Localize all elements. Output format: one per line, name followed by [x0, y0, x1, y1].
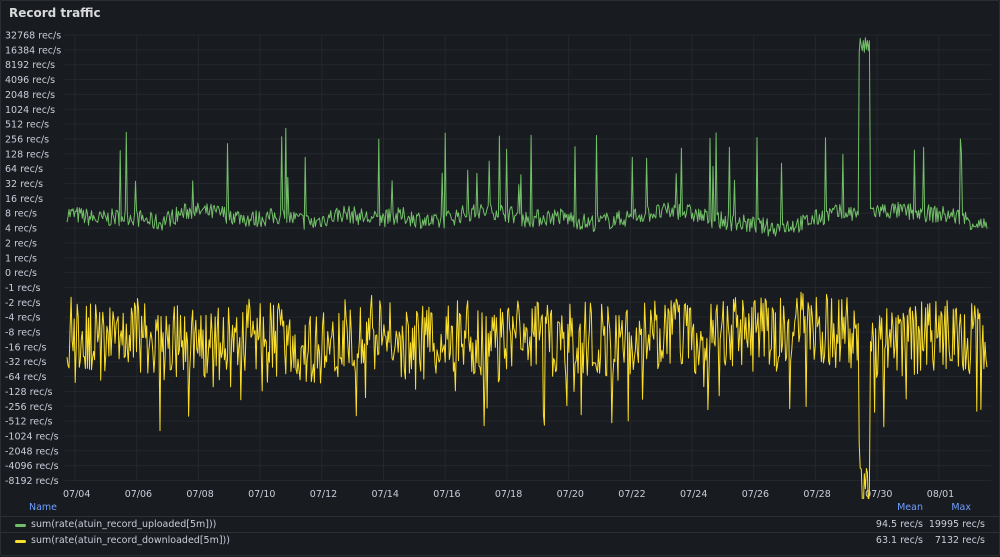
- x-tick-label: 07/06: [125, 489, 152, 499]
- y-tick-label: -2048 rec/s: [5, 446, 59, 457]
- y-tick-label: 0 rec/s: [5, 268, 37, 279]
- legend-series-name: sum(rate(atuin_record_downloaded[5m])): [31, 535, 230, 546]
- y-tick-label: 16 rec/s: [5, 194, 43, 205]
- y-tick-label: -8192 rec/s: [5, 476, 59, 487]
- y-tick-label: 1 rec/s: [5, 253, 37, 264]
- y-tick-label: 32 rec/s: [5, 179, 43, 190]
- y-tick-label: 2048 rec/s: [5, 90, 55, 101]
- y-tick-label: 8 rec/s: [5, 209, 37, 220]
- y-tick-label: 8192 rec/s: [5, 60, 55, 71]
- x-tick-label: 07/12: [310, 489, 337, 499]
- legend-swatch-uploaded: [15, 524, 26, 527]
- x-tick-label: 07/08: [186, 489, 213, 499]
- x-tick-label: 08/01: [927, 489, 954, 499]
- x-tick-label: 07/10: [248, 489, 275, 499]
- legend-series-mean: 63.1 rec/s: [875, 535, 923, 546]
- y-tick-label: -256 rec/s: [5, 402, 53, 413]
- y-tick-label: -1024 rec/s: [5, 431, 59, 442]
- legend-series-max: 19995 rec/s: [928, 519, 985, 530]
- y-tick-label: 4 rec/s: [5, 224, 37, 235]
- series-line-downloaded[interactable]: [66, 291, 988, 499]
- x-tick-label: 07/18: [495, 489, 522, 499]
- y-tick-label: -1 rec/s: [5, 283, 40, 294]
- x-tick-label: 07/20: [557, 489, 584, 499]
- legend-header-max[interactable]: Max: [951, 502, 971, 513]
- legend-swatch-downloaded: [15, 540, 26, 543]
- y-axis-ticks: 32768 rec/s 16384 rec/s 8192 rec/s 4096 rec…: [5, 31, 61, 488]
- y-tick-label: 4096 rec/s: [5, 75, 55, 86]
- y-tick-label: -128 rec/s: [5, 387, 53, 398]
- y-tick-label: 16384 rec/s: [5, 45, 61, 56]
- y-tick-label: 1024 rec/s: [5, 105, 55, 116]
- x-tick-label: 07/22: [618, 489, 645, 499]
- chart-grid: [65, 34, 991, 481]
- legend-header: Name Mean Max: [1, 502, 1000, 516]
- y-tick-label: 128 rec/s: [5, 149, 49, 160]
- y-tick-label: 32768 rec/s: [5, 31, 61, 42]
- y-tick-label: 2 rec/s: [5, 238, 37, 249]
- y-tick-label: -2 rec/s: [5, 298, 40, 309]
- x-tick-label: 07/26: [742, 489, 769, 499]
- record-traffic-panel: Record traffic 32768 rec/s 16384 rec/s 819…: [0, 0, 1000, 556]
- y-tick-label: -4 rec/s: [5, 313, 40, 324]
- y-tick-label: 512 rec/s: [5, 120, 49, 131]
- x-tick-label: 07/24: [680, 489, 707, 499]
- time-series-chart[interactable]: 32768 rec/s 16384 rec/s 8192 rec/s 4096 rec…: [1, 1, 1000, 499]
- legend-series-mean: 94.5 rec/s: [875, 519, 923, 530]
- y-tick-label: -8 rec/s: [5, 328, 40, 339]
- legend-row-uploaded[interactable]: sum(rate(atuin_record_uploaded[5m])) 94.…: [1, 516, 1000, 533]
- y-tick-label: -4096 rec/s: [5, 461, 59, 472]
- y-tick-label: 256 rec/s: [5, 134, 49, 145]
- x-tick-label: 07/14: [372, 489, 399, 499]
- y-tick-label: -64 rec/s: [5, 372, 47, 383]
- legend-series-max: 7132 rec/s: [934, 535, 985, 546]
- legend-row-downloaded[interactable]: sum(rate(atuin_record_downloaded[5m])) 6…: [1, 532, 1000, 549]
- y-tick-label: -512 rec/s: [5, 417, 53, 428]
- chart-series: [66, 37, 988, 499]
- x-tick-label: 07/28: [803, 489, 830, 499]
- y-tick-label: 64 rec/s: [5, 164, 43, 175]
- legend-series-name: sum(rate(atuin_record_uploaded[5m])): [31, 519, 217, 530]
- series-line-uploaded[interactable]: [66, 37, 988, 237]
- x-tick-label: 07/04: [63, 489, 90, 499]
- x-axis-ticks: 07/04 07/06 07/08 07/10 07/12 07/14 07/16 07/18…: [63, 489, 954, 499]
- x-tick-label: 07/16: [433, 489, 460, 499]
- y-tick-label: -16 rec/s: [5, 342, 47, 353]
- y-tick-label: -32 rec/s: [5, 357, 47, 368]
- legend-table: Name Mean Max sum(rate(atuin_record_uplo…: [1, 499, 1000, 557]
- legend-header-name[interactable]: Name: [29, 502, 57, 513]
- legend-header-mean[interactable]: Mean: [897, 502, 923, 513]
